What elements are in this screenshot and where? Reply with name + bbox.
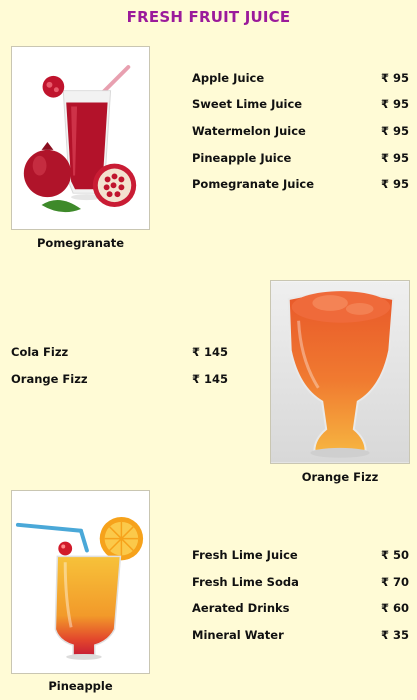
menu-item-name: Orange Fizz: [11, 372, 88, 386]
pineapple-juice-image: [12, 491, 149, 673]
menu-item-price: ₹ 35: [381, 628, 410, 642]
menu-item-name: Watermelon Juice: [192, 124, 306, 138]
menu-item-price: ₹ 95: [381, 177, 410, 191]
orange-fizz-caption: Orange Fizz: [301, 470, 379, 484]
menu-item-name: Pomegranate Juice: [192, 177, 315, 191]
menu-item-price: ₹ 95: [381, 151, 410, 165]
orange-fizz-photo: [270, 280, 410, 464]
menu-item-name: Pineapple Juice: [192, 151, 292, 165]
menu-item-name: Mineral Water: [192, 628, 284, 642]
pomegranate-juice-image: [12, 47, 149, 229]
menu-item-name: Apple Juice: [192, 71, 265, 85]
menu-item-name: Fresh Lime Soda: [192, 575, 299, 589]
menu-item-name: Fresh Lime Juice: [192, 548, 298, 562]
menu-item-price: ₹ 145: [192, 345, 229, 359]
menu-item-price: ₹ 95: [381, 124, 410, 138]
menu-item-price: ₹ 50: [381, 548, 410, 562]
menu-item-price: ₹ 60: [381, 601, 410, 615]
orange-fizz-image: [271, 281, 409, 463]
menu-item-price: ₹ 70: [381, 575, 410, 589]
menu-item-name: Sweet Lime Juice: [192, 97, 303, 111]
menu-item-name: Aerated Drinks: [192, 601, 290, 615]
menu-item-price: ₹ 95: [381, 97, 410, 111]
menu-item-name: Cola Fizz: [11, 345, 69, 359]
menu-item-price: ₹ 95: [381, 71, 410, 85]
menu-item-price: ₹ 145: [192, 372, 229, 386]
pomegranate-caption: Pomegranate: [36, 236, 125, 250]
pomegranate-juice-photo: [11, 46, 150, 230]
menu-title: FRESH FRUIT JUICE: [126, 8, 291, 26]
pineapple-juice-photo: [11, 490, 150, 674]
pineapple-caption: Pineapple: [48, 679, 113, 693]
